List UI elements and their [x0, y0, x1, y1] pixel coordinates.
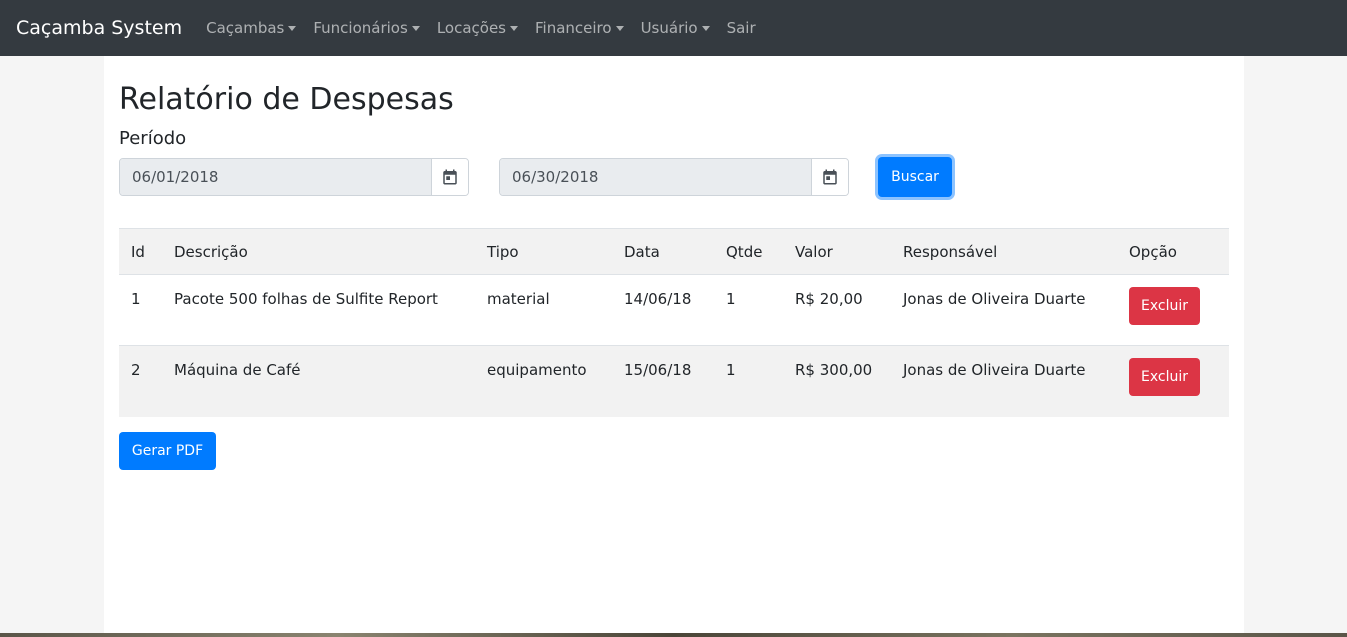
end-date-picker-button[interactable] [811, 159, 848, 195]
main-container: Relatório de Despesas Período Buscar [104, 56, 1244, 637]
calendar-icon [823, 169, 837, 185]
nav-locacoes[interactable]: Locações [437, 19, 518, 37]
period-label: Período [119, 128, 187, 149]
table-header: Id Descrição Tipo Data Qtde Valor Respon… [119, 228, 1229, 275]
caret-down-icon [288, 25, 297, 31]
end-date-input[interactable] [500, 159, 811, 195]
cell-data: 15/06/18 [624, 361, 692, 379]
table-row: 1 Pacote 500 folhas de Sulfite Report ma… [119, 275, 1229, 346]
cell-id: 2 [131, 361, 141, 379]
calendar-icon [443, 169, 457, 185]
cell-tipo: equipamento [487, 361, 587, 379]
cell-data: 14/06/18 [624, 290, 692, 308]
column-header-opcao: Opção [1129, 242, 1177, 261]
top-navbar: Caçamba System Caçambas Funcionários Loc… [0, 0, 1347, 56]
caret-down-icon [411, 25, 420, 31]
cell-descricao: Máquina de Café [174, 361, 301, 379]
nav-financeiro[interactable]: Financeiro [535, 19, 624, 37]
column-header-id: Id [131, 242, 145, 261]
cell-id: 1 [131, 290, 141, 308]
search-button[interactable]: Buscar [878, 157, 952, 197]
nav-funcionarios-label: Funcionários [313, 19, 408, 37]
column-header-qtde: Qtde [726, 242, 763, 261]
nav-locacoes-label: Locações [436, 19, 506, 37]
cell-opcao: Excluir [1117, 346, 1229, 417]
generate-pdf-button[interactable]: Gerar PDF [119, 432, 216, 470]
caret-down-icon [510, 25, 518, 31]
cell-descricao: Pacote 500 folhas de Sulfite Report [174, 290, 438, 308]
column-header-tipo: Tipo [487, 242, 519, 261]
expenses-table: Id Descrição Tipo Data Qtde Valor Respon… [119, 228, 1229, 417]
nav-usuario-label: Usuário [640, 19, 698, 37]
nav-cacambas[interactable]: Caçambas [206, 19, 297, 37]
column-header-data: Data [624, 242, 660, 261]
table-header-row: Id Descrição Tipo Data Qtde Valor Respon… [119, 228, 1229, 275]
cell-qtde: 1 [726, 290, 736, 308]
column-header-descricao: Descrição [174, 242, 248, 261]
table-row: 2 Máquina de Café equipamento 15/06/18 1… [119, 345, 1229, 417]
nav-sair[interactable]: Sair [727, 19, 756, 37]
nav-sair-label: Sair [726, 19, 756, 37]
background-strip [0, 633, 1347, 637]
caret-down-icon [615, 25, 624, 31]
column-header-responsavel: Responsável [903, 242, 998, 261]
cell-qtde: 1 [726, 361, 736, 379]
nav-funcionarios[interactable]: Funcionários [313, 19, 420, 37]
nav-cacambas-label: Caçambas [206, 19, 285, 37]
cell-tipo: material [487, 290, 550, 308]
start-date-picker-button[interactable] [431, 159, 468, 195]
page-title: Relatório de Despesas [119, 82, 454, 117]
cell-opcao: Excluir [1117, 275, 1229, 346]
delete-button[interactable]: Excluir [1129, 287, 1200, 325]
cell-responsavel: Jonas de Oliveira Duarte [903, 361, 1086, 379]
end-date-group [499, 158, 849, 196]
column-header-valor: Valor [795, 242, 833, 261]
caret-down-icon [701, 25, 710, 31]
start-date-group [119, 158, 469, 196]
cell-valor: R$ 20,00 [795, 290, 863, 308]
cell-responsavel: Jonas de Oliveira Duarte [903, 290, 1086, 308]
cell-valor: R$ 300,00 [795, 361, 873, 379]
nav-financeiro-label: Financeiro [535, 19, 612, 37]
brand-link[interactable]: Caçamba System [16, 17, 182, 39]
nav-usuario[interactable]: Usuário [641, 19, 710, 37]
delete-button[interactable]: Excluir [1129, 358, 1200, 396]
start-date-input[interactable] [120, 159, 431, 195]
